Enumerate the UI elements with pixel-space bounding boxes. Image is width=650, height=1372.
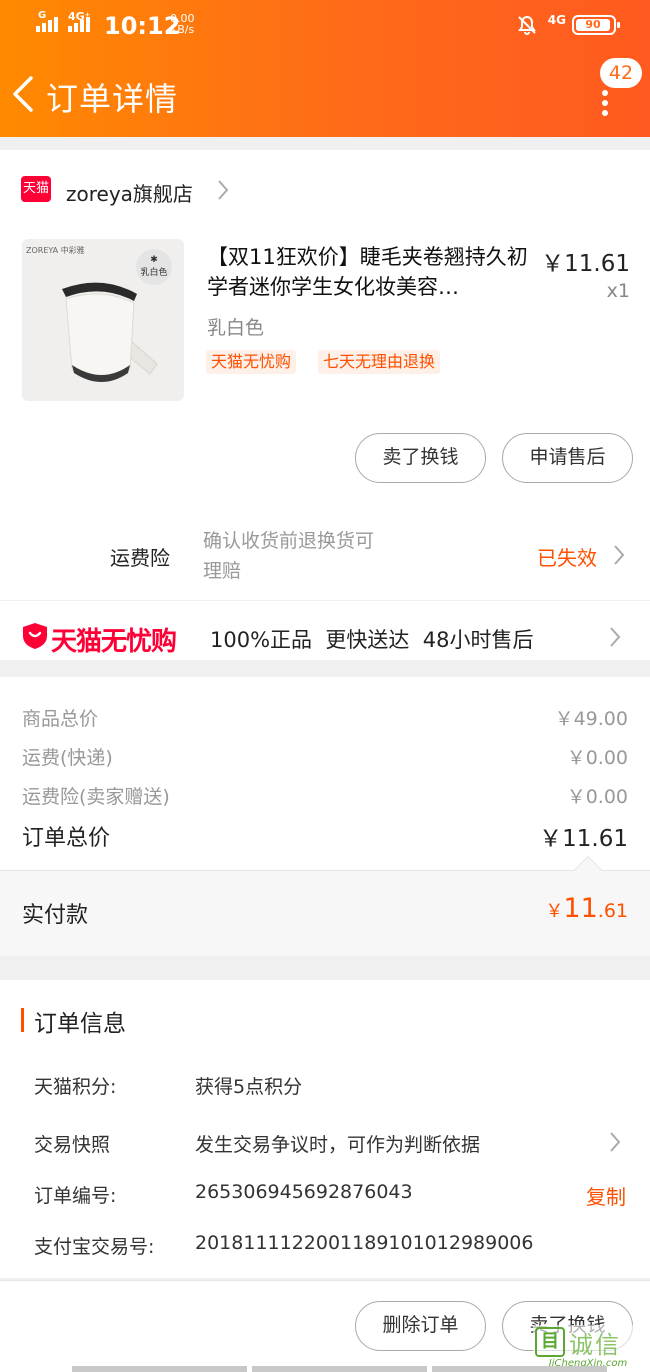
- shipping-insurance-desc: 确认收货前退换货可 理赔: [203, 526, 374, 586]
- insurance-desc-line1: 确认收货前退换货可: [203, 530, 375, 552]
- top-bar: G 4G⁺ 10:12 0.00 KB/s 4G 90 订单详情 42: [0, 0, 650, 137]
- product-quantity: x1: [606, 280, 630, 302]
- paid-decimal: .61: [597, 900, 628, 922]
- service-promise-text: 100%正品 更快送达 48小时售后: [210, 628, 534, 652]
- tmall-store-icon: 天猫: [21, 176, 51, 202]
- insurance-status[interactable]: 已失效: [537, 542, 597, 571]
- watermark-text: 诚信: [569, 1331, 621, 1359]
- paid-label: 实付款: [22, 903, 89, 928]
- paid-amount: ￥11.61: [545, 893, 628, 924]
- shipping-fee-value: ￥0.00: [566, 747, 628, 769]
- order-number-label: 订单编号:: [34, 1185, 117, 1207]
- product-image[interactable]: ZOREYA 中彩雅 ✱ 乳白色: [22, 239, 184, 401]
- divider: [0, 600, 650, 601]
- promise-chevron-right-icon[interactable]: [608, 625, 622, 649]
- product-sku: 乳白色: [207, 317, 265, 339]
- shipping-insurance-label: 运费险: [110, 546, 170, 570]
- snapshot-chevron-right-icon[interactable]: [608, 1130, 622, 1154]
- net-speed: 0.00 KB/s: [170, 13, 195, 35]
- back-arrow-icon[interactable]: [10, 74, 36, 114]
- insurance-chevron-right-icon[interactable]: [612, 543, 626, 567]
- product-title[interactable]: 【双11狂欢价】睫毛夹卷翘持久初学者迷你学生女化妆美容…: [207, 242, 533, 302]
- mute-bell-icon: [518, 15, 536, 35]
- delete-order-button[interactable]: 删除订单: [355, 1301, 486, 1351]
- store-name[interactable]: zoreya旗舰店: [66, 178, 193, 207]
- nav-hint-bar: [72, 1366, 247, 1372]
- sell-for-cash-button[interactable]: 卖了换钱: [355, 433, 486, 483]
- order-total-label: 订单总价: [22, 826, 111, 851]
- watermark: 目 诚信 JiChengXin.com: [533, 1325, 643, 1372]
- image-brand: ZOREYA: [26, 246, 59, 255]
- alipay-trade-label: 支付宝交易号:: [34, 1236, 155, 1258]
- snapshot-label: 交易快照: [34, 1134, 111, 1156]
- copy-order-number-button[interactable]: 复制: [586, 1181, 626, 1210]
- battery-icon: 90: [572, 15, 620, 35]
- order-total-value: ￥11.61: [539, 826, 628, 852]
- paid-integer: 11: [563, 893, 598, 924]
- goods-total-value: ￥49.00: [554, 708, 628, 730]
- nav-hint-bar: [432, 1366, 607, 1372]
- clock: 10:12: [104, 12, 181, 40]
- alipay-trade-value: 2018111122001189101012989006: [195, 1232, 534, 1254]
- tmall-shield-icon: [23, 623, 47, 649]
- tag-tmall-worry-free: 天猫无忧购: [206, 350, 297, 374]
- goods-total-label: 商品总价: [22, 708, 99, 730]
- order-detail-screen: G 4G⁺ 10:12 0.00 KB/s 4G 90 订单详情 42 天猫 z…: [0, 0, 650, 1372]
- paid-currency: ￥: [545, 901, 564, 922]
- message-count-badge[interactable]: 42: [600, 58, 642, 88]
- apply-after-sale-button[interactable]: 申请售后: [502, 433, 633, 483]
- tag-seven-day-return: 七天无理由退换: [318, 350, 441, 374]
- watermark-logo-icon: 目: [535, 1327, 565, 1357]
- insurance-fee-label: 运费险(卖家赠送): [22, 786, 170, 808]
- image-brand-cn: 中彩雅: [60, 246, 85, 255]
- page-title: 订单详情: [46, 80, 179, 118]
- eyelash-curler-illustration: [62, 282, 158, 382]
- nav-hint-bar: [252, 1366, 427, 1372]
- tmall-worry-free-brand: 天猫无忧购: [51, 627, 177, 657]
- more-menu-icon[interactable]: [602, 90, 610, 116]
- order-number-value: 265306945692876043: [195, 1181, 413, 1203]
- section-accent-bar: [21, 1008, 24, 1032]
- net-speed-unit: KB/s: [170, 23, 195, 36]
- sim1-label: G: [38, 10, 47, 21]
- product-price: ￥11.61: [541, 251, 630, 277]
- network-type: 4G: [547, 13, 566, 27]
- store-chevron-right-icon[interactable]: [216, 178, 230, 202]
- status-bar: G 4G⁺ 10:12 0.00 KB/s 4G 90: [0, 0, 650, 50]
- shipping-fee-label: 运费(快递): [22, 747, 113, 769]
- insurance-fee-value: ￥0.00: [566, 786, 628, 808]
- insurance-desc-line2: 理赔: [203, 560, 242, 582]
- tmall-points-label: 天猫积分:: [34, 1076, 117, 1098]
- order-info-title: 订单信息: [34, 1011, 126, 1037]
- snapshot-value[interactable]: 发生交易争议时，可作为判断依据: [195, 1130, 480, 1157]
- battery-level: 90: [576, 19, 610, 31]
- tmall-points-value: 获得5点积分: [195, 1076, 303, 1098]
